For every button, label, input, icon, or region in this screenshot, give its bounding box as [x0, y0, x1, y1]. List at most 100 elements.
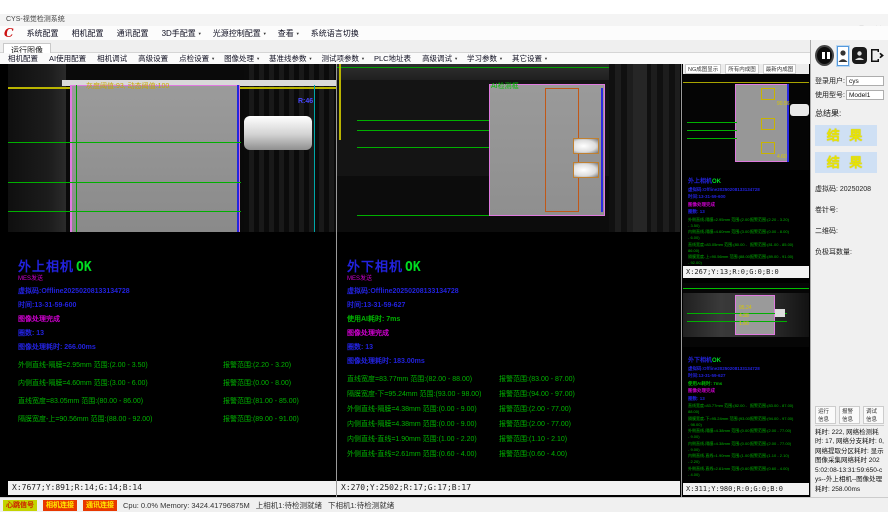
toolbar-item-plc-table[interactable]: PLC地址表	[374, 53, 413, 64]
tab-clip	[790, 104, 809, 116]
virtual-code: 虚拟码:Offline20250208133134728	[347, 286, 676, 296]
thumb-tab-all[interactable]: 所有内成图	[725, 64, 759, 74]
time-stamp: 时间:13-31-59-627	[347, 300, 676, 310]
tab-lug	[573, 162, 599, 178]
green-measure-line	[8, 142, 241, 143]
model-label: 使用型号:	[815, 90, 845, 100]
exit-button[interactable]	[870, 47, 884, 65]
annotation-label: 90.56	[777, 101, 790, 107]
measurement-row: 直线宽度=83.05mm 范围:(80.00 - 86.00)报警范围:(81.…	[18, 396, 332, 406]
toolbar-item-ai-config[interactable]: AI使用配置	[49, 53, 88, 64]
operator-button[interactable]	[852, 47, 867, 64]
measurement-row: 外侧直线-隔膜=4.38mm 范围:(0.00 - 9.00)报警范围:(2.0…	[688, 428, 807, 439]
toolbar-item-learning-params[interactable]: 学习参数▼	[467, 53, 503, 64]
user-icon	[838, 49, 848, 63]
result-text-upper: 外上相机OK MES发送 虚拟码:Offline2025020813313472…	[18, 256, 332, 432]
menu-bar: C 系统配置 相机配置 通讯配置 3D手配置▼ 光源控制配置▼ 查看▼ 系统语言…	[0, 26, 888, 40]
log-tab-debug[interactable]: 调试信息	[863, 406, 884, 424]
camera-title: 外下相机OK	[688, 355, 807, 364]
login-user-button[interactable]	[837, 46, 849, 66]
thumbnail-panel-upper: NG成图显示 所有内成图 最新内成图 90.56 4.60 外上相机OK 虚拟码…	[683, 64, 809, 280]
measurement-row: 内侧直线-隔膜=4.38mm 范围:(0.00 - 9.00)报警范围:(2.0…	[347, 419, 676, 429]
menu-item-comm-config[interactable]: 通讯配置	[117, 28, 151, 39]
thumbnail-result-text: 外上相机OK 虚拟码:Offline20250208133134728 时间:1…	[688, 176, 807, 265]
right-sidebar: 登录用户: cys 使用型号: Model1 总结果: 结 果 结 果 虚拟码:…	[810, 40, 888, 497]
green-measure-line	[687, 138, 737, 139]
log-tab-alarm[interactable]: 报警信息	[839, 406, 860, 424]
result-badge-lower: 结 果	[815, 152, 877, 173]
measurement-row: 隔膜宽度-下=95.24mm 范围:(93.00 - 98.00)报警范围:(9…	[688, 416, 807, 427]
green-reference-line	[683, 288, 809, 289]
green-measure-line	[687, 321, 787, 322]
lower-camera-state: 下相机1:待检测就绪	[328, 500, 394, 511]
processing-elapsed: 图像处理耗时: 183.00ms	[347, 356, 676, 366]
thumbnail-result-text: 外下相机OK 虚拟码:Offline20250208133134728 时间:1…	[688, 355, 807, 477]
toolbar-item-advanced-debug[interactable]: 高级调试▼	[422, 53, 458, 64]
measurement-row: 内侧直线-隔膜=4.38mm 范围:(0.00 - 9.00)报警范围:(2.0…	[688, 441, 807, 452]
blue-tag-label: R:46	[298, 98, 313, 105]
thumbnail-image-upper[interactable]: 90.56 4.60	[683, 74, 809, 170]
login-user-input[interactable]: cys	[846, 76, 884, 86]
measurement-row: 内侧直线-隔膜=4.60mm 范围:(3.00 - 6.00)报警范围:(0.0…	[688, 229, 807, 240]
menu-item-view[interactable]: 查看▼	[278, 28, 300, 39]
chevron-down-icon: ▼	[296, 31, 300, 36]
green-measure-line	[8, 182, 241, 183]
log-tab-run[interactable]: 运行信息	[815, 406, 836, 424]
panel-divider	[681, 64, 682, 497]
camera-connection-badge: 相机连接	[43, 500, 77, 511]
toolbar-item-camera-config[interactable]: 相机配置	[8, 53, 40, 64]
annotation-label: 95.24	[739, 305, 752, 311]
processing-elapsed: 图像处理耗时: 266.00ms	[18, 342, 332, 352]
measurement-row: 外侧直线-隔膜=2.95mm 范围:(2.00 - 3.50)报警范围:(2.2…	[18, 360, 332, 370]
window-title: CYS-视觉检测系统	[6, 16, 65, 23]
result-text-lower: 外下相机OK MES发送 虚拟码:Offline2025020813313472…	[347, 256, 676, 464]
cell-region	[70, 85, 240, 232]
measurement-row: 直线宽度=83.77mm 范围:(82.00 - 88.00)报警范围:(83.…	[347, 374, 676, 384]
menu-item-3d-config[interactable]: 3D手配置▼	[162, 28, 202, 39]
measurement-row: 外侧直线-隔膜=4.38mm 范围:(0.00 - 9.00)报警范围:(2.0…	[347, 404, 676, 414]
result-badge-upper: 结 果	[815, 125, 877, 146]
toolbar-item-baseline-params[interactable]: 基准线参数▼	[269, 53, 312, 64]
green-measure-line	[687, 130, 737, 131]
toolbar-item-other-settings[interactable]: 其它设置▼	[512, 53, 548, 64]
thumb-tab-ng[interactable]: NG成图显示	[685, 64, 721, 74]
toolbar-item-spot-check[interactable]: 点检设置▼	[179, 53, 215, 64]
camera-image-upper[interactable]: 灰度阈值:93, 动态阈值:100 R:46	[8, 64, 336, 232]
blue-edge-line	[601, 88, 603, 212]
camera-image-lower[interactable]: AI检测框	[337, 64, 680, 232]
toolbar-item-camera-debug[interactable]: 相机调试	[97, 53, 129, 64]
login-user-row: 登录用户: cys	[815, 76, 884, 86]
measurement-row: 外侧直线-直线=2.61mm 范围:(0.60 - 4.00)报警范围:(0.6…	[347, 449, 676, 459]
thumbnail-image-lower[interactable]: 95.24 4.38 1.90	[683, 283, 809, 347]
thumbnail-tabs: NG成图显示 所有内成图 最新内成图	[683, 64, 809, 74]
chevron-down-icon: ▼	[309, 56, 313, 61]
tab-lug	[775, 309, 785, 317]
qr-code-field: 二维码:	[815, 226, 884, 236]
camera-panel-upper: 灰度阈值:93, 动态阈值:100 R:46 外上相机OK MES发送 虚拟码:…	[8, 64, 336, 497]
toolbar-item-test-params[interactable]: 测试项参数▼	[322, 53, 365, 64]
pixel-coordinate-readout: X:270;Y:2502;R:17;G:17;B:17	[337, 481, 680, 495]
measurement-row: 隔膜宽度-下=95.24mm 范围:(93.00 - 98.00)报警范围:(9…	[347, 389, 676, 399]
annotation-label: 1.90	[739, 321, 749, 327]
toolbar-item-advanced-settings[interactable]: 高级设置	[138, 53, 170, 64]
pause-button[interactable]	[815, 45, 834, 66]
menu-item-camera-config[interactable]: 相机配置	[72, 28, 106, 39]
detect-rect-yellow	[761, 118, 775, 130]
green-measure-line	[687, 313, 787, 314]
virtual-code: 虚拟码:Offline20250208133134728	[18, 286, 332, 296]
processing-done: 图像处理完成	[347, 328, 676, 338]
menu-item-system-config[interactable]: 系统配置	[27, 28, 61, 39]
thumbnail-panel-lower: 95.24 4.38 1.90 外下相机OK 虚拟码:Offline202502…	[683, 281, 809, 497]
model-input[interactable]: Model1	[846, 90, 884, 100]
measurement-row: 隔膜宽度-上=90.56mm 范围:(88.00 - 92.00)报警范围:(8…	[18, 414, 332, 424]
menu-item-language[interactable]: 系统语言切换	[311, 28, 361, 39]
toolbar-item-image-processing[interactable]: 图像处理▼	[224, 53, 260, 64]
thumb-tab-latest[interactable]: 最新内成图	[763, 64, 797, 74]
chevron-down-icon: ▼	[544, 56, 548, 61]
title-bar: CYS-视觉检测系统	[0, 14, 888, 26]
cyan-edge-line	[314, 85, 315, 232]
menu-item-light-config[interactable]: 光源控制配置▼	[213, 28, 267, 39]
threshold-label: 灰度阈值:93, 动态阈值:100	[86, 81, 169, 91]
green-measure-line	[8, 211, 241, 212]
yellow-reference-line	[683, 82, 809, 83]
